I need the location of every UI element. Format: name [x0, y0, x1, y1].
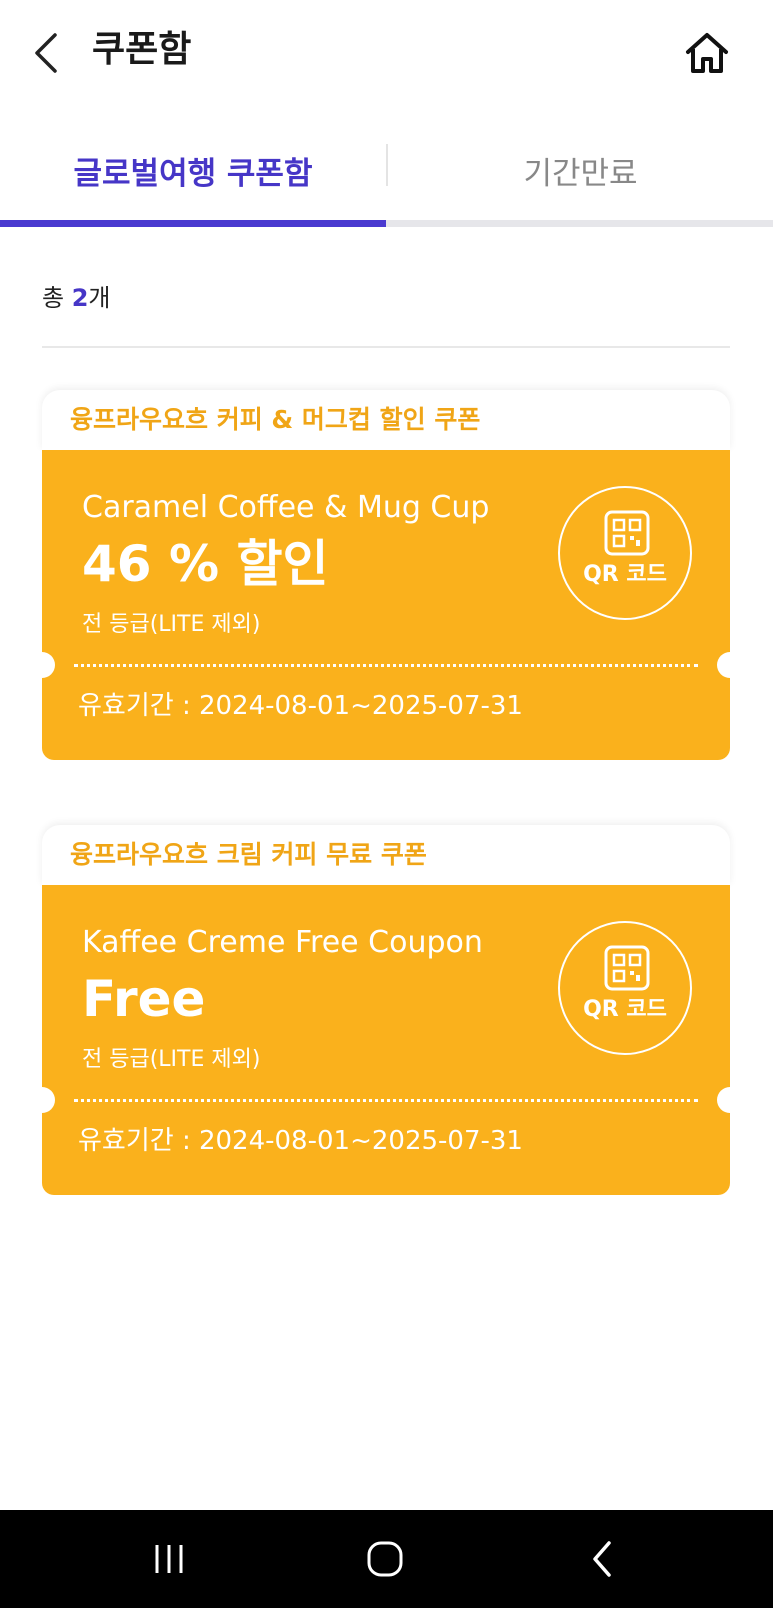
perforation-line — [74, 1099, 698, 1102]
page-title: 쿠폰함 — [92, 29, 192, 70]
home-circle-icon — [367, 1541, 403, 1577]
coupon-name: 융프라우요흐 커피 & 머그컵 할인 쿠폰 — [70, 405, 481, 434]
divider — [42, 346, 730, 348]
notch — [42, 1087, 55, 1113]
qr-code-icon — [604, 510, 650, 556]
coupon-tabs: 글로벌여행 쿠폰함 기간만료 — [0, 120, 773, 228]
coupon-subtitle: Caramel Coffee & Mug Cup — [82, 490, 490, 525]
qr-code-label: QR 코드 — [583, 562, 667, 587]
home-button[interactable] — [680, 26, 734, 80]
coupon-header: 융프라우요흐 커피 & 머그컵 할인 쿠폰 — [42, 390, 730, 450]
system-home-button[interactable] — [345, 1524, 425, 1594]
recent-apps-button[interactable] — [129, 1524, 209, 1594]
qr-code-button[interactable]: QR 코드 — [558, 486, 692, 620]
back-button[interactable] — [26, 28, 66, 78]
app-header: 쿠폰함 — [0, 0, 773, 104]
coupon-grade: 전 등급(LITE 제외) — [82, 612, 261, 637]
qr-code-icon — [604, 945, 650, 991]
coupon-body: Kaffee Creme Free Coupon Free 전 등급(LITE … — [42, 885, 730, 1195]
system-nav-bar — [0, 1510, 773, 1608]
count-prefix: 총 — [42, 284, 72, 312]
coupon-subtitle: Kaffee Creme Free Coupon — [82, 925, 483, 960]
coupon-name: 융프라우요흐 크림 커피 무료 쿠폰 — [70, 840, 427, 869]
coupon-card[interactable]: 융프라우요흐 크림 커피 무료 쿠폰 Kaffee Creme Free Cou… — [42, 825, 730, 1195]
qr-code-button[interactable]: QR 코드 — [558, 921, 692, 1055]
chevron-left-icon — [35, 33, 57, 73]
perforation-line — [74, 664, 698, 667]
coupon-grade: 전 등급(LITE 제외) — [82, 1047, 261, 1072]
notch — [717, 652, 730, 678]
count-suffix: 개 — [88, 284, 111, 312]
qr-code-label: QR 코드 — [583, 997, 667, 1022]
coupon-benefit: 46 % 할인 — [82, 535, 329, 593]
back-icon — [593, 1541, 611, 1577]
coupon-card[interactable]: 융프라우요흐 커피 & 머그컵 할인 쿠폰 Caramel Coffee & M… — [42, 390, 730, 760]
tab-active-indicator — [0, 220, 386, 227]
tab-expired[interactable]: 기간만료 — [388, 120, 773, 220]
notch — [42, 652, 55, 678]
notch — [717, 1087, 730, 1113]
coupon-validity: 유효기간 : 2024-08-01~2025-07-31 — [78, 691, 523, 721]
coupon-body: Caramel Coffee & Mug Cup 46 % 할인 전 등급(LI… — [42, 450, 730, 760]
recent-apps-icon — [155, 1545, 183, 1573]
home-icon — [686, 33, 728, 73]
coupon-header: 융프라우요흐 크림 커피 무료 쿠폰 — [42, 825, 730, 885]
count-number: 2 — [71, 284, 89, 312]
coupon-validity: 유효기간 : 2024-08-01~2025-07-31 — [78, 1126, 523, 1156]
system-back-button[interactable] — [562, 1524, 642, 1594]
tab-global-travel-coupons[interactable]: 글로벌여행 쿠폰함 — [0, 120, 386, 220]
coupon-count: 총 2개 — [42, 278, 111, 318]
coupon-benefit: Free — [82, 970, 206, 1028]
